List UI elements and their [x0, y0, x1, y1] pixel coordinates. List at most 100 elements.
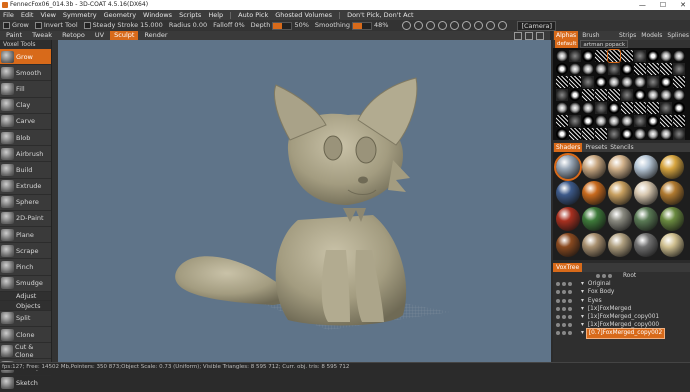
radius-field[interactable]: Radius 0.00 [169, 20, 207, 31]
alpha-thumbnail[interactable] [634, 50, 646, 62]
tool-fill[interactable]: Fill [0, 81, 51, 98]
alpha-thumbnail[interactable] [634, 76, 646, 88]
shader-sphere[interactable] [660, 207, 684, 231]
alpha-thumbnail[interactable] [595, 89, 607, 101]
falloff-value[interactable]: 0% [234, 20, 244, 31]
alpha-thumbnail[interactable] [660, 128, 672, 140]
alpha-thumbnail[interactable] [569, 76, 581, 88]
alpha-thumbnail[interactable] [595, 50, 607, 62]
alpha-thumbnail[interactable] [634, 102, 646, 114]
shader-sphere[interactable] [660, 233, 684, 257]
rotate-icon[interactable] [414, 21, 424, 30]
alpha-thumbnail[interactable] [556, 63, 568, 75]
alpha-thumbnail[interactable] [582, 102, 594, 114]
3d-viewport[interactable] [58, 40, 551, 362]
alpha-thumbnail[interactable] [582, 63, 594, 75]
visibility-icons[interactable] [553, 323, 581, 328]
fox-sculpt-render[interactable] [58, 40, 551, 362]
voxtree-row[interactable]: ▾ [1x]FoxMerged_copy001 [553, 313, 690, 321]
tab-paint[interactable]: Paint [2, 31, 26, 40]
shader-sphere[interactable] [556, 181, 580, 205]
alpha-set-default[interactable]: default [555, 40, 579, 48]
alpha-thumbnail[interactable] [647, 115, 659, 127]
fullscreen-icon[interactable] [536, 32, 544, 40]
alpha-thumbnail[interactable] [647, 76, 659, 88]
menu-edit[interactable]: Edit [21, 10, 34, 20]
minimize-button[interactable]: — [639, 0, 646, 10]
frame-icon[interactable] [486, 21, 496, 30]
alpha-thumbnail[interactable] [621, 89, 633, 101]
smoothing-value[interactable]: 48% [374, 20, 388, 31]
shader-sphere[interactable] [608, 233, 632, 257]
tool-extrude[interactable]: Extrude [0, 179, 51, 195]
shader-sphere[interactable] [582, 181, 606, 205]
menu-geometry[interactable]: Geometry [104, 10, 136, 20]
radius-value[interactable]: 0.00 [193, 20, 207, 31]
tab-render[interactable]: Render [140, 31, 171, 40]
alpha-thumbnail[interactable] [634, 89, 646, 101]
tool-cut-clone[interactable]: Cut & Clone [0, 343, 51, 360]
falloff-field[interactable]: Falloff 0% [213, 20, 245, 31]
steady-value[interactable]: 15.000 [140, 20, 163, 31]
alpha-thumbnail[interactable] [673, 128, 685, 140]
alpha-thumbnail[interactable] [595, 63, 607, 75]
refresh-icon[interactable] [474, 21, 484, 30]
alpha-thumbnail[interactable] [673, 63, 685, 75]
smoothing-field[interactable]: Smoothing 48% [315, 20, 388, 31]
alpha-thumbnail[interactable] [673, 50, 685, 62]
tool-airbrush[interactable]: Airbrush [0, 146, 51, 163]
tool-sketch[interactable]: Sketch [0, 376, 51, 392]
sphere-view-icon[interactable] [402, 21, 412, 30]
visibility-icons[interactable] [553, 315, 581, 320]
grow-mode-button[interactable]: Grow [3, 20, 29, 31]
alpha-thumbnail[interactable] [608, 102, 620, 114]
tool-grow[interactable]: Grow [0, 49, 51, 66]
tab-brush-options[interactable]: Brush Options [581, 31, 615, 48]
voxtree-row[interactable]: ▾ Original [553, 280, 690, 288]
shader-sphere[interactable] [554, 153, 582, 181]
shader-sphere[interactable] [582, 233, 606, 257]
shader-sphere[interactable] [556, 233, 580, 257]
tab-shaders[interactable]: Shaders [554, 143, 583, 152]
alpha-thumbnail[interactable] [621, 63, 633, 75]
alpha-thumbnail[interactable] [556, 89, 568, 101]
alpha-thumbnail[interactable] [569, 89, 581, 101]
alpha-thumbnail[interactable] [673, 89, 685, 101]
alpha-thumbnail[interactable] [608, 76, 620, 88]
shader-sphere[interactable] [634, 155, 658, 179]
tool-scrape[interactable]: Scrape [0, 243, 51, 260]
shader-sphere[interactable] [608, 155, 632, 179]
shader-sphere[interactable] [660, 155, 684, 179]
tool-pinch[interactable]: Pinch [0, 259, 51, 276]
alpha-thumbnail[interactable] [582, 50, 594, 62]
auto-pick-toggle[interactable]: Auto Pick [238, 10, 268, 20]
tool-blob[interactable]: Blob [0, 130, 51, 147]
alpha-thumbnail[interactable] [595, 76, 607, 88]
alpha-thumbnail[interactable] [660, 50, 672, 62]
light-icon[interactable] [462, 21, 472, 30]
alpha-thumbnail[interactable] [582, 76, 594, 88]
voxtree-row[interactable]: ▾ Fox Body [553, 288, 690, 296]
menu-windows[interactable]: Windows [143, 10, 172, 20]
alpha-thumbnail[interactable] [621, 115, 633, 127]
tool-2d-paint[interactable]: 2D-Paint [0, 211, 51, 228]
alpha-thumbnail[interactable] [660, 63, 672, 75]
grow-checkbox[interactable] [3, 22, 10, 29]
visibility-icons[interactable] [553, 290, 581, 295]
tool-objects[interactable]: Objects [0, 301, 51, 311]
menu-file[interactable]: File [3, 10, 14, 20]
alpha-thumbnail[interactable] [608, 128, 620, 140]
alpha-thumbnail[interactable] [556, 102, 568, 114]
shader-sphere[interactable] [608, 181, 632, 205]
pan-icon[interactable] [426, 21, 436, 30]
tab-sculpt[interactable]: Sculpt [110, 31, 139, 40]
alpha-thumbnail[interactable] [556, 50, 568, 62]
alpha-thumbnail[interactable] [673, 115, 685, 127]
alpha-thumbnail[interactable] [647, 63, 659, 75]
alpha-thumbnail[interactable] [647, 89, 659, 101]
alpha-thumbnail[interactable] [647, 102, 659, 114]
alpha-thumbnail[interactable] [608, 63, 620, 75]
visibility-icons[interactable] [553, 298, 581, 303]
alpha-set-artman[interactable]: artman popack [580, 40, 629, 48]
depth-slider[interactable] [272, 21, 293, 30]
